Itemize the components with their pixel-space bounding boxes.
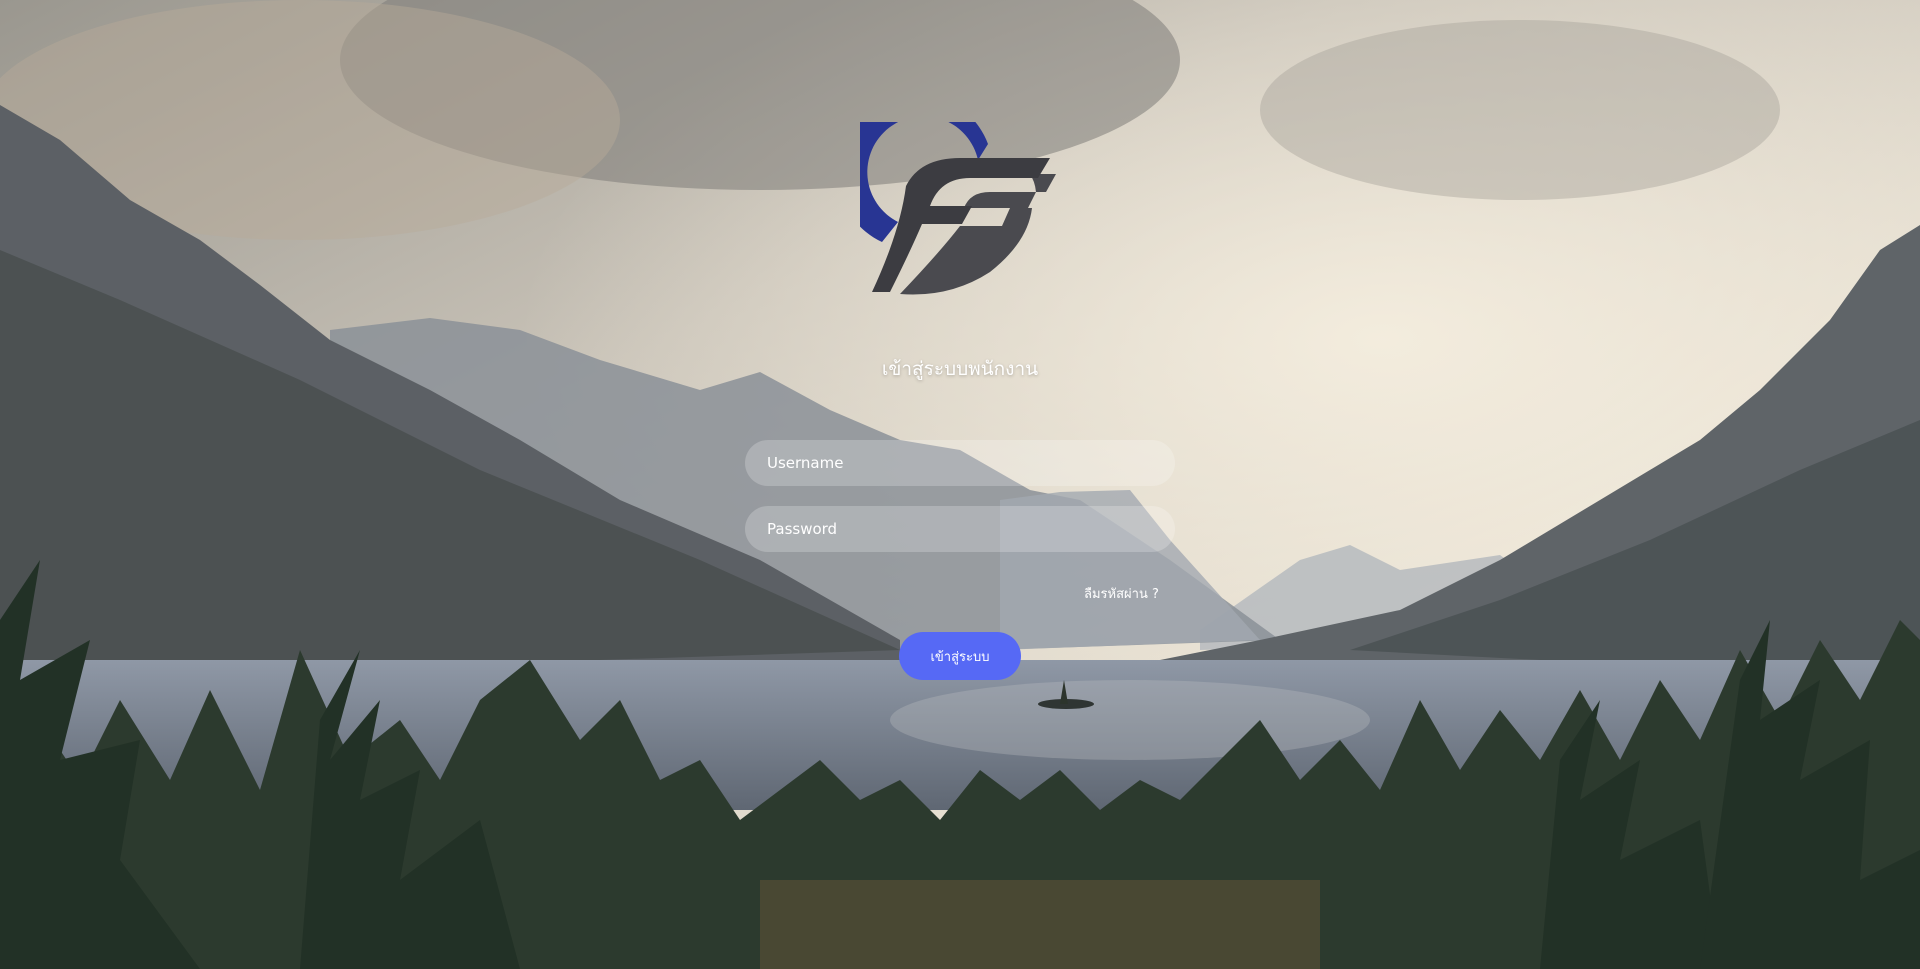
password-field[interactable] (745, 506, 1175, 552)
company-logo (836, 93, 1060, 298)
page-title: เข้าสู่ระบบพนักงาน (881, 358, 1039, 380)
username-input[interactable] (765, 453, 1155, 473)
login-panel: เข้าสู่ระบบพนักงาน ลืมรหัสผ่าน ? เข้าสู่… (0, 0, 1920, 969)
forgot-password-link[interactable]: ลืมรหัสผ่าน ? (1084, 583, 1159, 604)
password-input[interactable] (765, 519, 1155, 539)
login-button[interactable]: เข้าสู่ระบบ (899, 632, 1021, 680)
username-field[interactable] (745, 440, 1175, 486)
